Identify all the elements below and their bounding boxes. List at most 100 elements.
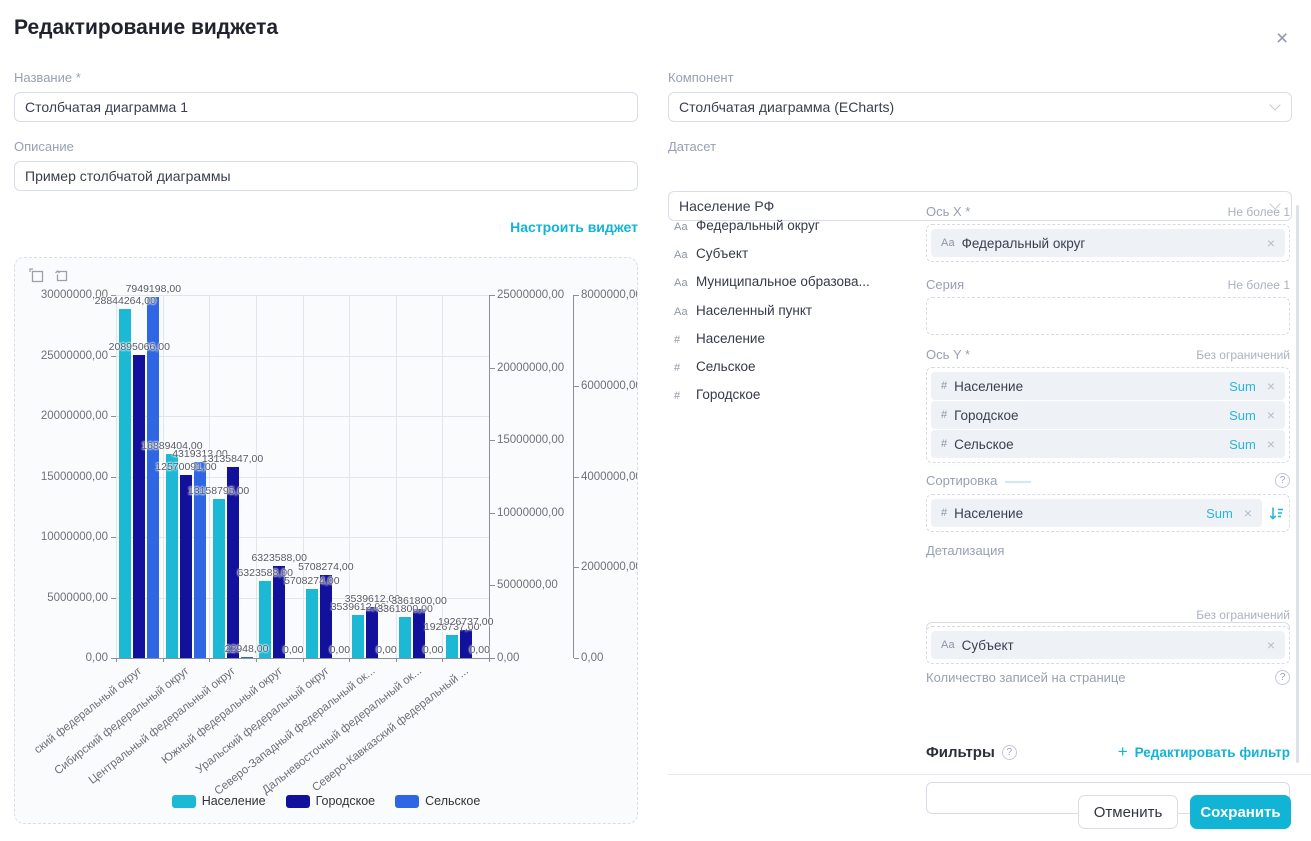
y3-axis-tick: 4000000,00 bbox=[581, 471, 638, 483]
data-zoom-icon[interactable] bbox=[29, 268, 45, 284]
edit-filter-link[interactable]: + Редактировать фильтр bbox=[1118, 742, 1290, 762]
bar-value-label: 22948,00 bbox=[225, 643, 269, 655]
cancel-button[interactable]: Отменить bbox=[1078, 795, 1178, 829]
y-axis-tick: 5000000,00 bbox=[15, 592, 108, 604]
sort-dropzone[interactable]: # Население Sum × bbox=[926, 494, 1290, 532]
bar bbox=[166, 454, 178, 658]
restore-icon[interactable] bbox=[53, 268, 69, 284]
bar bbox=[119, 309, 131, 658]
axis-x-dropzone[interactable]: Аа Федеральный округ × bbox=[926, 224, 1290, 262]
y3-axis-tick: 8000000,00 bbox=[581, 289, 638, 301]
y-axis-tick: 15000000,00 bbox=[15, 471, 108, 483]
field-item[interactable]: #Городское bbox=[674, 387, 760, 402]
help-icon[interactable]: ? bbox=[1275, 473, 1290, 488]
legend-label: Городское bbox=[316, 794, 376, 808]
detail-label: Детализация bbox=[926, 543, 1004, 558]
name-input[interactable] bbox=[14, 92, 638, 122]
text-type-icon: Аа bbox=[674, 277, 689, 289]
y2-axis-tick: 25000000,00 bbox=[497, 289, 564, 301]
axis-y-dropzone[interactable]: # Население Sum × # Городское Sum × # Се… bbox=[926, 367, 1290, 463]
aggregation-label[interactable]: Sum bbox=[1229, 408, 1256, 423]
text-type-icon: Аа bbox=[674, 306, 689, 318]
bar bbox=[133, 355, 145, 658]
number-type-icon: # bbox=[941, 409, 947, 421]
sort-chip[interactable]: # Население Sum × bbox=[931, 499, 1262, 527]
footer-divider bbox=[668, 774, 1311, 775]
field-item[interactable]: АаСубъект bbox=[674, 246, 748, 261]
y-axis-tick: 0,00 bbox=[15, 652, 108, 664]
chart-legend: НаселениеГородскоеСельское bbox=[15, 794, 637, 808]
field-item[interactable]: #Сельское bbox=[674, 359, 756, 374]
y-axis-tick: 10000000,00 bbox=[15, 531, 108, 543]
axis-x-label: Ось X * bbox=[926, 204, 970, 219]
close-icon[interactable]: × bbox=[1244, 506, 1252, 520]
close-icon[interactable]: × bbox=[1267, 437, 1275, 451]
filters-label: Фильтры ? bbox=[926, 744, 1017, 761]
text-type-icon: Аа bbox=[674, 249, 689, 261]
close-icon[interactable]: × bbox=[1276, 28, 1288, 49]
bar-value-label: 20895066,00 bbox=[109, 341, 170, 353]
page-size-label: Количество записей на странице bbox=[926, 670, 1125, 685]
close-icon[interactable]: × bbox=[1267, 379, 1275, 393]
aggregation-label[interactable]: Sum bbox=[1206, 506, 1233, 521]
close-icon[interactable]: × bbox=[1267, 236, 1275, 250]
sort-desc-icon[interactable] bbox=[1268, 505, 1285, 522]
y2-axis-tick: 20000000,00 bbox=[497, 362, 564, 374]
chevron-down-icon bbox=[1269, 99, 1280, 110]
bar bbox=[241, 657, 253, 658]
y3-axis-tick: 2000000,00 bbox=[581, 561, 638, 573]
bar-value-label: 5708274,00 bbox=[298, 561, 353, 573]
help-icon[interactable]: ? bbox=[1002, 745, 1017, 760]
aggregation-label[interactable]: Sum bbox=[1229, 437, 1256, 452]
y2-axis-tick: 15000000,00 bbox=[497, 434, 564, 446]
close-icon[interactable]: × bbox=[1267, 408, 1275, 422]
field-item[interactable]: АаНаселенный пункт bbox=[674, 303, 812, 318]
y3-axis-tick: 6000000,00 bbox=[581, 380, 638, 392]
axis-y-chip[interactable]: # Городское Sum × bbox=[931, 401, 1285, 429]
legend-item[interactable]: Сельское bbox=[395, 794, 480, 808]
number-type-icon: # bbox=[941, 380, 947, 392]
description-input[interactable] bbox=[14, 161, 638, 191]
y2-axis-tick: 0,00 bbox=[497, 652, 519, 664]
bar-value-label: 5708274,00 bbox=[284, 575, 339, 587]
bar bbox=[180, 475, 192, 658]
y-axis-tick: 25000000,00 bbox=[15, 350, 108, 362]
sort-label: Сортировка bbox=[926, 473, 1031, 488]
save-button[interactable]: Сохранить bbox=[1190, 795, 1291, 829]
y-axis-tick: 20000000,00 bbox=[15, 410, 108, 422]
aggregation-label[interactable]: Sum bbox=[1229, 379, 1256, 394]
page-title: Редактирование виджета bbox=[14, 16, 278, 40]
detail-dropzone[interactable]: Аа Субъект × bbox=[926, 626, 1290, 664]
edit-widget-dialog: Редактирование виджета × Название * Опис… bbox=[0, 0, 1311, 841]
field-item[interactable]: #Население bbox=[674, 331, 765, 346]
component-select[interactable]: Столбчатая диаграмма (ECharts) bbox=[668, 92, 1292, 122]
name-label: Название * bbox=[14, 70, 81, 85]
axis-y-chip[interactable]: # Сельское Sum × bbox=[931, 430, 1285, 458]
axis-x-chip[interactable]: Аа Федеральный округ × bbox=[931, 229, 1285, 257]
series-dropzone[interactable] bbox=[926, 297, 1290, 335]
panel-scrollbar[interactable] bbox=[1296, 205, 1299, 763]
field-item[interactable]: АаМуниципальное образова... bbox=[674, 274, 870, 289]
bar-value-label: 0,00 bbox=[283, 644, 303, 656]
axis-y-label: Ось Y * bbox=[926, 347, 970, 362]
close-icon[interactable]: × bbox=[1267, 638, 1275, 652]
configure-widget-link[interactable]: Настроить виджет bbox=[14, 219, 638, 235]
number-type-icon: # bbox=[941, 507, 947, 519]
bar bbox=[213, 499, 225, 658]
field-item[interactable]: АаФедеральный округ bbox=[674, 218, 820, 233]
help-icon[interactable]: ? bbox=[1275, 670, 1290, 685]
legend-swatch bbox=[395, 795, 419, 808]
text-type-icon: Аа bbox=[674, 221, 689, 233]
description-label: Описание bbox=[14, 139, 74, 154]
bar-value-label: 0,00 bbox=[469, 644, 489, 656]
axis-y-chip[interactable]: # Население Sum × bbox=[931, 372, 1285, 400]
bar-value-label: 0,00 bbox=[330, 644, 350, 656]
legend-label: Сельское bbox=[425, 794, 480, 808]
text-type-icon: Аа bbox=[941, 237, 955, 249]
detail-chip[interactable]: Аа Субъект × bbox=[931, 631, 1285, 659]
legend-item[interactable]: Городское bbox=[286, 794, 376, 808]
text-type-icon: Аа bbox=[941, 639, 955, 651]
y2-axis-tick: 5000000,00 bbox=[497, 579, 558, 591]
bar-value-label: 28844264,00 bbox=[95, 295, 156, 307]
bar-chart: НаселениеГородскоеСельское 0,005000000,0… bbox=[15, 258, 637, 823]
